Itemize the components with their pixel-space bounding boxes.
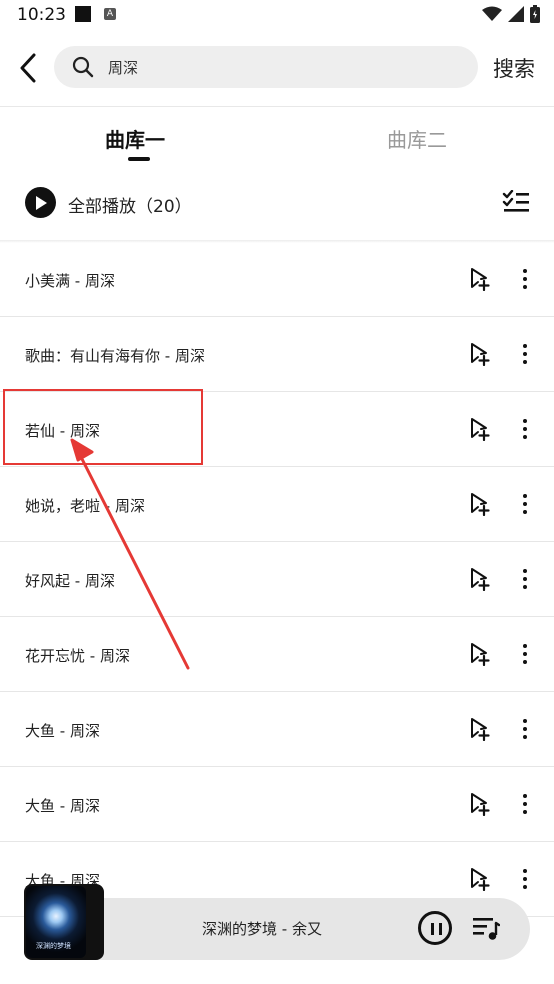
- now-playing-title: 深渊的梦境 - 余又: [202, 920, 322, 938]
- add-to-playlist-icon[interactable]: [469, 867, 491, 891]
- play-all-label[interactable]: 全部播放（20）: [68, 192, 192, 217]
- add-to-playlist-icon[interactable]: [469, 792, 491, 816]
- search-button[interactable]: 搜索: [493, 53, 535, 83]
- song-title: 花开忘忧 - 周深: [25, 647, 130, 665]
- song-row[interactable]: 她说，老啦 - 周深: [0, 467, 554, 542]
- song-row[interactable]: 小美满 - 周深: [0, 242, 554, 317]
- more-options-icon[interactable]: [518, 342, 532, 366]
- play-icon: [35, 195, 47, 210]
- add-to-playlist-icon[interactable]: [469, 492, 491, 516]
- more-options-icon[interactable]: [518, 717, 532, 741]
- song-title: 歌曲：有山有海有你 - 周深: [25, 347, 205, 365]
- more-options-icon[interactable]: [518, 417, 532, 441]
- square-notification-icon: [75, 6, 91, 22]
- song-title: 好风起 - 周深: [25, 572, 115, 590]
- back-button[interactable]: [10, 48, 46, 88]
- add-to-playlist-icon[interactable]: [469, 417, 491, 441]
- add-to-playlist-icon[interactable]: [469, 267, 491, 291]
- more-options-icon[interactable]: [518, 267, 532, 291]
- search-icon: [72, 56, 94, 78]
- song-row[interactable]: 若仙 - 周深: [0, 392, 554, 467]
- song-row[interactable]: 花开忘忧 - 周深: [0, 617, 554, 692]
- search-input[interactable]: [108, 56, 448, 78]
- add-to-playlist-icon[interactable]: [469, 567, 491, 591]
- chevron-left-icon: [20, 53, 36, 83]
- song-row[interactable]: 好风起 - 周深: [0, 542, 554, 617]
- status-icons: [482, 5, 540, 23]
- album-cover-text: 深渊的梦境: [36, 942, 71, 950]
- pause-button[interactable]: [418, 911, 452, 945]
- play-all-icon[interactable]: [25, 187, 56, 218]
- add-to-playlist-icon[interactable]: [469, 642, 491, 666]
- wifi-icon: [482, 6, 502, 21]
- song-title: 她说，老啦 - 周深: [25, 497, 145, 515]
- pause-icon-bar: [439, 923, 442, 935]
- tab-library-2[interactable]: 曲库二: [387, 124, 447, 153]
- more-options-icon[interactable]: [518, 492, 532, 516]
- song-title: 若仙 - 周深: [25, 422, 100, 440]
- tab-library-1[interactable]: 曲库一: [105, 124, 165, 153]
- more-options-icon[interactable]: [518, 567, 532, 591]
- more-options-icon[interactable]: [518, 642, 532, 666]
- song-list: 小美满 - 周深 歌曲：有山有海有你 - 周深 若仙 - 周深 她说，老啦 - …: [0, 242, 554, 917]
- search-bar-row: 搜索: [0, 40, 554, 96]
- add-to-playlist-icon[interactable]: [469, 342, 491, 366]
- battery-icon: [530, 5, 540, 23]
- song-row[interactable]: 大鱼 - 周深: [0, 692, 554, 767]
- multi-select-list-icon[interactable]: [502, 190, 530, 214]
- song-title: 小美满 - 周深: [25, 272, 115, 290]
- play-all-row: 全部播放（20）: [0, 180, 554, 226]
- more-options-icon[interactable]: [518, 867, 532, 891]
- header-divider: [0, 106, 554, 107]
- a-badge-icon: A: [104, 8, 116, 20]
- playlist-music-icon[interactable]: [472, 915, 500, 941]
- album-cover[interactable]: 深渊的梦境: [24, 884, 104, 960]
- song-row[interactable]: 歌曲：有山有海有你 - 周深: [0, 317, 554, 392]
- status-time: 10:23: [17, 5, 66, 25]
- pause-icon-bar: [431, 923, 434, 935]
- status-bar: 10:23 A: [0, 0, 554, 30]
- signal-icon: [508, 6, 524, 22]
- more-options-icon[interactable]: [518, 792, 532, 816]
- song-title: 大鱼 - 周深: [25, 797, 100, 815]
- song-title: 大鱼 - 周深: [25, 722, 100, 740]
- search-box[interactable]: [54, 46, 478, 88]
- song-row[interactable]: 大鱼 - 周深: [0, 767, 554, 842]
- active-tab-indicator: [128, 157, 150, 161]
- add-to-playlist-icon[interactable]: [469, 717, 491, 741]
